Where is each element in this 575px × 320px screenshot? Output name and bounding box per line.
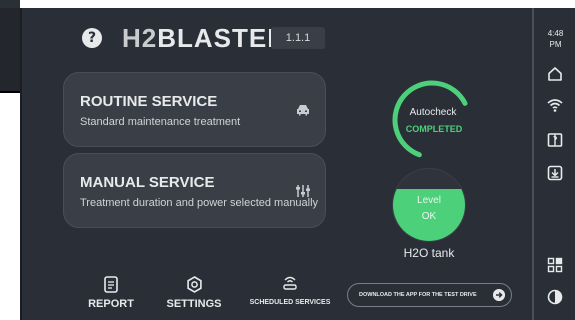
level-value: OK: [421, 211, 437, 222]
manual-service-title: MANUAL SERVICE: [80, 174, 215, 191]
autocheck-status: COMPLETED: [405, 124, 463, 134]
gear-icon: [186, 276, 202, 293]
car-icon: [297, 105, 309, 116]
help-icon[interactable]: ?: [82, 28, 102, 48]
routine-service-subtitle: Standard maintenance treatment: [80, 116, 241, 128]
wireless-charging-icon: [283, 276, 297, 290]
download-app-label: DOWNLOAD THE APP FOR THE TEST DRIVE: [359, 292, 477, 298]
report-label: REPORT: [88, 298, 134, 310]
manual-service-button[interactable]: MANUAL SERVICE Treatment duration and po…: [63, 153, 326, 228]
settings-label: SETTINGS: [166, 298, 222, 310]
manual-icon[interactable]: [547, 132, 563, 148]
clock: 4:48 PM: [534, 28, 575, 50]
scheduled-services-label: SCHEDULED SERVICES: [249, 299, 331, 306]
level-label: Level: [417, 195, 441, 206]
autocheck-progress-arc: [392, 80, 468, 158]
theme-icon[interactable]: [547, 289, 563, 305]
water-level-indicator: Level OK: [392, 168, 466, 242]
routine-service-button[interactable]: ROUTINE SERVICE Standard maintenance tre…: [63, 72, 326, 147]
report-icon: [104, 276, 118, 293]
version-badge: 1.1.1: [271, 27, 325, 49]
report-button[interactable]: REPORT: [88, 276, 134, 310]
download-app-button[interactable]: DOWNLOAD THE APP FOR THE TEST DRIVE: [347, 283, 512, 307]
routine-service-title: ROUTINE SERVICE: [80, 93, 218, 110]
background-window: [0, 0, 20, 93]
wifi-icon[interactable]: [547, 97, 563, 113]
clock-time: 4:48: [547, 29, 564, 38]
arrow-right-icon: [493, 289, 505, 301]
scheduled-services-button[interactable]: SCHEDULED SERVICES: [240, 276, 340, 306]
app-logo: H2BLASTER: [122, 23, 287, 53]
autocheck-gauge: [392, 80, 472, 160]
manual-service-subtitle: Treatment duration and power selected ma…: [80, 197, 319, 209]
home-icon[interactable]: [547, 66, 563, 82]
status-sidebar: 4:48 PM: [532, 8, 575, 320]
settings-button[interactable]: SETTINGS: [164, 276, 224, 310]
logo-prefix: H2: [122, 23, 158, 53]
sliders-icon: [296, 185, 310, 197]
tank-label: H2O tank: [403, 246, 455, 260]
autocheck-title: Autocheck: [409, 107, 457, 118]
app-screen: ? H2BLASTER 1.1.1 ROUTINE SERVICE Standa…: [20, 8, 575, 320]
logo-suffix: BLASTER: [157, 23, 288, 53]
download-icon[interactable]: [547, 165, 563, 181]
clock-period: PM: [549, 40, 562, 49]
background-window-titlebar: [0, 0, 20, 8]
apps-icon[interactable]: [547, 257, 563, 273]
